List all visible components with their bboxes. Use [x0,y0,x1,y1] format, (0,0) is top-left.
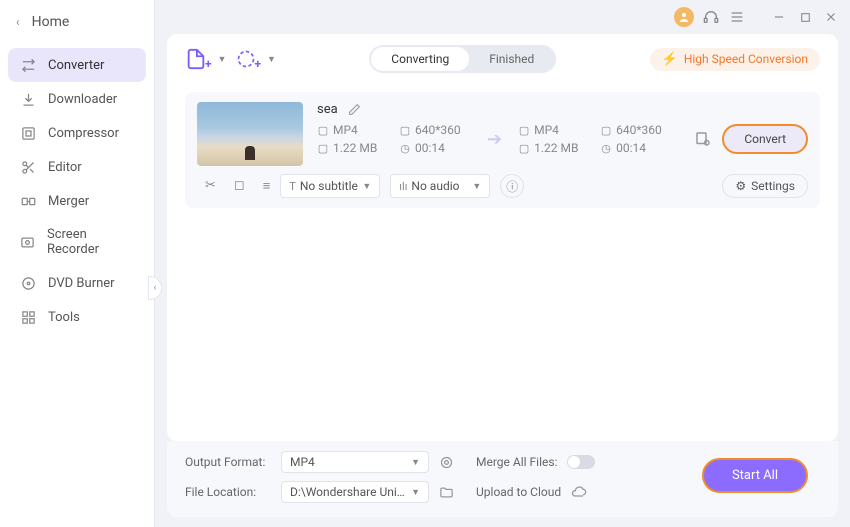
edit-icon[interactable] [348,103,361,116]
video-icon: ▢ [518,124,530,136]
src-resolution: ▢640*360 [399,123,471,137]
sidebar-item-label: Tools [48,310,80,325]
cloud-icon[interactable] [571,484,587,500]
src-size: ▢1.22 MB [317,141,389,155]
home-nav[interactable]: ‹ Home [0,0,154,44]
output-format-label: Output Format: [185,455,271,469]
chevron-down-icon: ▼ [472,181,481,192]
subtitle-select[interactable]: T No subtitle ▼ [280,174,380,198]
clock-icon: ◷ [600,142,612,154]
sidebar-item-label: Downloader [48,92,117,107]
compress-icon [20,125,36,141]
target-icon[interactable] [439,455,454,470]
dst-format: ▢MP4 [518,123,590,137]
merge-toggle[interactable] [567,455,595,469]
toolbar: + ▼ + ▼ Converting Finished ⚡ High Speed… [167,34,838,84]
hsc-text: High Speed Conversion [684,52,808,66]
resolution-icon: ▢ [600,124,612,136]
grid-icon [20,309,36,325]
arrow-icon: ➔ [481,129,508,150]
chevron-down-icon: ▼ [411,487,420,498]
chevron-left-icon: ‹ [16,15,20,29]
bottom-bar: Output Format: MP4 ▼ Merge All Files: Fi… [167,441,838,517]
headset-icon[interactable] [702,8,720,26]
folder-icon[interactable] [439,485,454,500]
user-avatar-icon[interactable] [674,7,694,27]
resolution-icon: ▢ [399,124,411,136]
bolt-icon: ⚡ [662,52,678,67]
sidebar-item-editor[interactable]: Editor [8,150,146,184]
home-label: Home [32,14,70,30]
trim-icon[interactable]: ✂ [205,178,216,194]
clock-icon: ◷ [399,142,411,154]
tab-finished[interactable]: Finished [469,47,554,71]
sidebar-item-label: Compressor [48,126,119,141]
add-url-button[interactable]: + ▼ [236,49,275,69]
convert-button[interactable]: Convert [722,124,808,154]
disc-icon [20,275,36,291]
src-duration: ◷00:14 [399,141,471,155]
info-icon: ⓘ [506,178,518,195]
sidebar-item-downloader[interactable]: Downloader [8,82,146,116]
output-format-select[interactable]: MP4 ▼ [281,451,429,473]
sidebar-item-compressor[interactable]: Compressor [8,116,146,150]
crop-icon[interactable]: ◻ [234,178,245,194]
scissors-icon [20,159,36,175]
audio-select[interactable]: ılı No audio ▼ [390,174,490,198]
dst-duration: ◷00:14 [600,141,672,155]
minimize-icon[interactable] [770,8,788,26]
file-icon: ▢ [317,142,329,154]
status-tabs: Converting Finished [369,45,556,73]
content-card: + ▼ + ▼ Converting Finished ⚡ High Speed… [167,34,838,441]
main-area: + ▼ + ▼ Converting Finished ⚡ High Speed… [155,0,850,527]
menu-icon[interactable] [728,8,746,26]
titlebar [155,0,850,34]
src-format: ▢MP4 [317,123,389,137]
dst-resolution: ▢640*360 [600,123,672,137]
sidebar-item-label: DVD Burner [48,276,115,291]
upload-label: Upload to Cloud [476,485,561,499]
converter-icon [20,57,36,73]
info-button[interactable]: ⓘ [500,174,524,198]
add-file-button[interactable]: + ▼ [185,48,226,70]
sidebar-item-merger[interactable]: Merger [8,184,146,218]
sidebar-item-screen-recorder[interactable]: Screen Recorder [8,218,146,266]
sidebar-item-converter[interactable]: Converter [8,48,146,82]
video-thumbnail[interactable] [197,102,303,166]
settings-button[interactable]: ⚙ Settings [722,174,808,198]
close-icon[interactable] [822,8,840,26]
sidebar-item-label: Editor [48,160,82,175]
video-icon: ▢ [317,124,329,136]
search-icon: ⚙ [735,179,746,193]
merge-icon [20,193,36,209]
dst-size: ▢1.22 MB [518,141,590,155]
file-name: sea [317,102,338,117]
file-location-select[interactable]: D:\Wondershare UniConverter 1 ▼ [281,481,429,503]
sidebar: ‹ Home Converter Downloader Compressor E… [0,0,155,527]
file-location-label: File Location: [185,485,271,499]
subtitle-icon: T [289,180,296,193]
chevron-down-icon: ▼ [362,181,371,192]
file-row: sea ▢MP4 ▢1.22 MB ▢640*360 ◷00:14 [185,92,820,208]
download-icon [20,91,36,107]
sidebar-item-label: Merger [48,194,89,209]
high-speed-badge[interactable]: ⚡ High Speed Conversion [650,48,820,71]
sidebar-item-label: Converter [48,58,104,73]
tab-converting[interactable]: Converting [371,47,469,71]
sidebar-item-tools[interactable]: Tools [8,300,146,334]
output-settings-icon[interactable] [694,130,712,148]
maximize-icon[interactable] [796,8,814,26]
sidebar-item-label: Screen Recorder [47,227,134,257]
chevron-down-icon: ▼ [267,54,276,65]
effects-icon[interactable]: ≡ [263,178,271,194]
start-all-button[interactable]: Start All [702,458,808,493]
chevron-down-icon: ▼ [411,457,420,468]
chevron-down-icon: ▼ [218,54,227,65]
sidebar-item-dvd-burner[interactable]: DVD Burner [8,266,146,300]
record-icon [20,234,35,250]
file-icon: ▢ [518,142,530,154]
audio-icon: ılı [399,180,407,193]
merge-label: Merge All Files: [476,455,557,469]
